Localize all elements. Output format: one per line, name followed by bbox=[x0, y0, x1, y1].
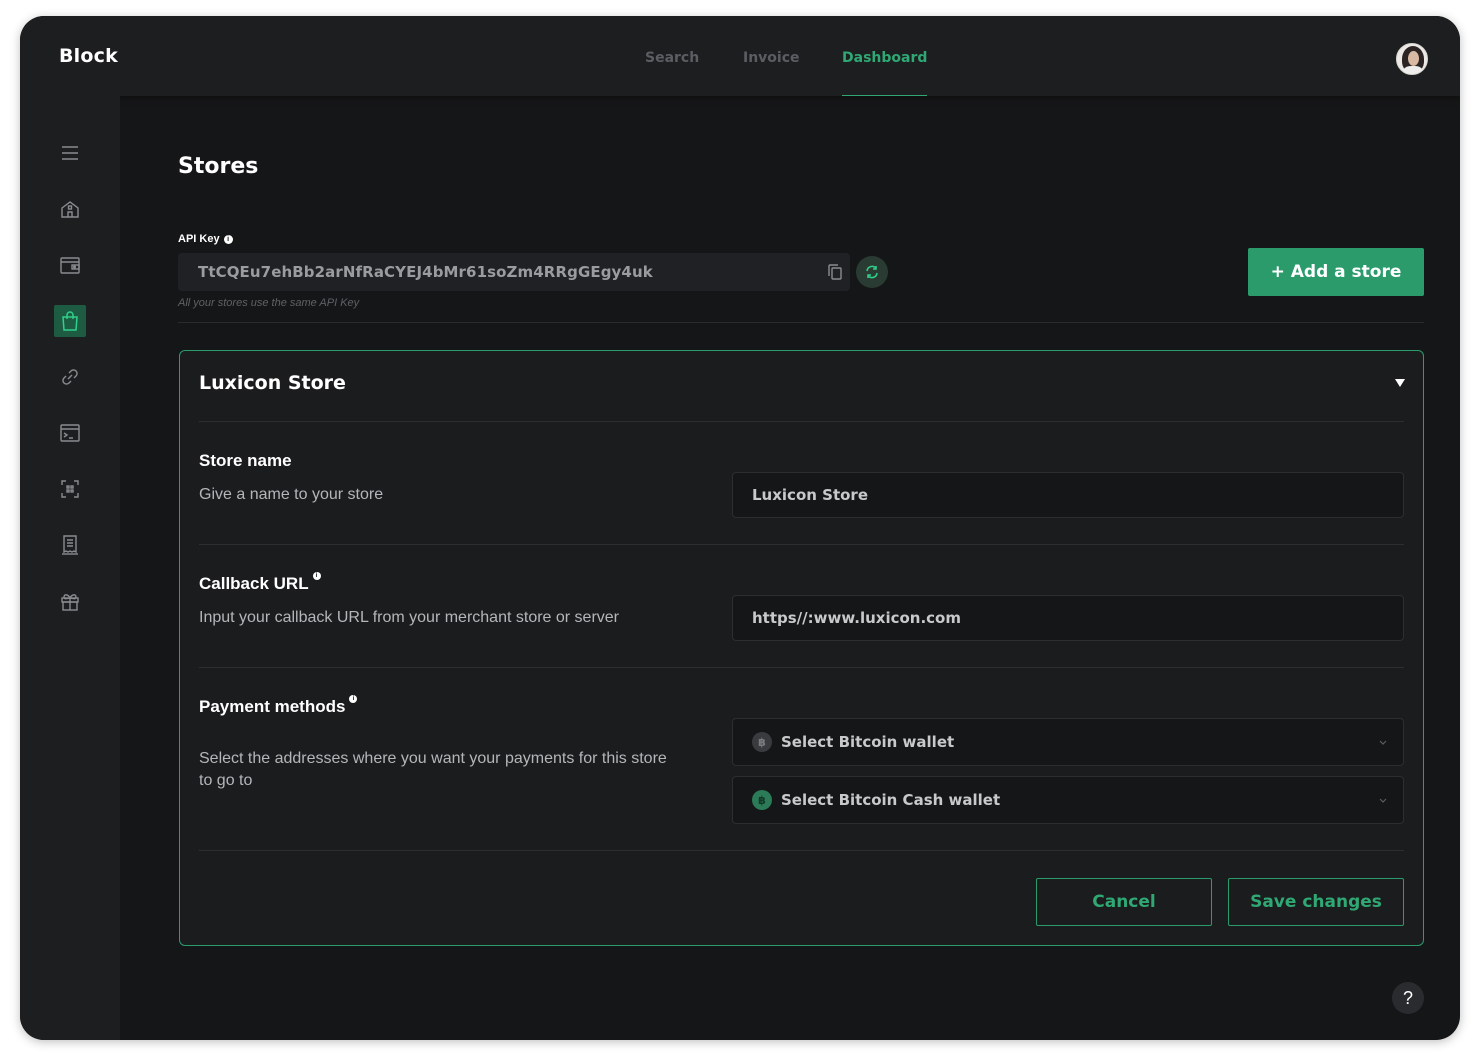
info-icon[interactable]: i bbox=[312, 572, 321, 580]
bitcoin-icon: ฿ bbox=[752, 732, 772, 752]
nav-dashboard[interactable]: Dashboard bbox=[842, 50, 928, 96]
api-key-label: API Key i bbox=[178, 233, 233, 245]
divider bbox=[178, 322, 1424, 323]
sidebar bbox=[20, 96, 120, 1040]
app-window: Block Search Invoice Dashboard Stores AP… bbox=[20, 16, 1460, 1040]
top-bar: Block Search Invoice Dashboard bbox=[20, 16, 1460, 96]
copy-icon[interactable] bbox=[826, 263, 844, 281]
store-card-title[interactable]: Luxicon Store bbox=[199, 372, 346, 394]
callback-url-input[interactable]: https//:www.luxicon.com bbox=[732, 595, 1404, 641]
receipt-icon[interactable] bbox=[54, 529, 86, 561]
chevron-down-icon bbox=[1379, 740, 1387, 745]
divider bbox=[199, 850, 1404, 851]
refresh-api-key-button[interactable] bbox=[856, 256, 888, 288]
help-button[interactable]: ? bbox=[1392, 982, 1424, 1014]
nav-invoice[interactable]: Invoice bbox=[743, 50, 800, 96]
scan-icon[interactable] bbox=[54, 473, 86, 505]
divider bbox=[199, 544, 1404, 545]
page-title: Stores bbox=[178, 154, 259, 179]
link-icon[interactable] bbox=[54, 361, 86, 393]
avatar[interactable] bbox=[1396, 43, 1428, 75]
info-icon[interactable]: i bbox=[223, 234, 233, 244]
store-name-description: Give a name to your store bbox=[199, 486, 384, 503]
terminal-icon[interactable] bbox=[54, 417, 86, 449]
divider bbox=[199, 421, 1404, 422]
shopping-bag-icon[interactable] bbox=[54, 305, 86, 337]
store-name-input[interactable]: Luxicon Store bbox=[732, 472, 1404, 518]
callback-url-description: Input your callback URL from your mercha… bbox=[199, 609, 620, 626]
callback-url-title: Callback URL i bbox=[199, 572, 321, 594]
nav-search[interactable]: Search bbox=[645, 50, 699, 96]
info-icon[interactable]: i bbox=[349, 695, 358, 703]
api-key-hint: All your stores use the same API Key bbox=[178, 297, 360, 309]
divider bbox=[199, 667, 1404, 668]
save-changes-button[interactable]: Save changes bbox=[1228, 878, 1404, 926]
main-nav: Search Invoice Dashboard bbox=[20, 16, 1460, 96]
caret-down-icon[interactable] bbox=[1394, 378, 1406, 388]
bitcoin-cash-wallet-select[interactable]: ฿ Select Bitcoin Cash wallet bbox=[732, 776, 1404, 824]
payment-methods-description: Select the addresses where you want your… bbox=[199, 750, 667, 789]
bitcoin-cash-icon: ฿ bbox=[752, 790, 772, 810]
gift-icon[interactable] bbox=[54, 585, 86, 617]
add-store-button[interactable]: + Add a store bbox=[1248, 248, 1424, 296]
wallet-icon[interactable] bbox=[54, 249, 86, 281]
home-icon[interactable] bbox=[54, 193, 86, 225]
menu-icon[interactable] bbox=[54, 137, 86, 169]
bitcoin-wallet-select[interactable]: ฿ Select Bitcoin wallet bbox=[732, 718, 1404, 766]
payment-methods-title: Payment methods i bbox=[199, 695, 358, 717]
chevron-down-icon bbox=[1379, 798, 1387, 803]
store-name-title: Store name bbox=[199, 451, 292, 470]
main-content: Stores API Key i TtCQEu7ehBb2arNfRaCYEJ4… bbox=[120, 96, 1460, 1040]
store-card: Luxicon Store Store name Give a name to … bbox=[179, 350, 1424, 946]
api-key-field[interactable]: TtCQEu7ehBb2arNfRaCYEJ4bMr61soZm4RRgGEgy… bbox=[178, 253, 850, 291]
refresh-icon bbox=[866, 265, 878, 279]
cancel-button[interactable]: Cancel bbox=[1036, 878, 1212, 926]
